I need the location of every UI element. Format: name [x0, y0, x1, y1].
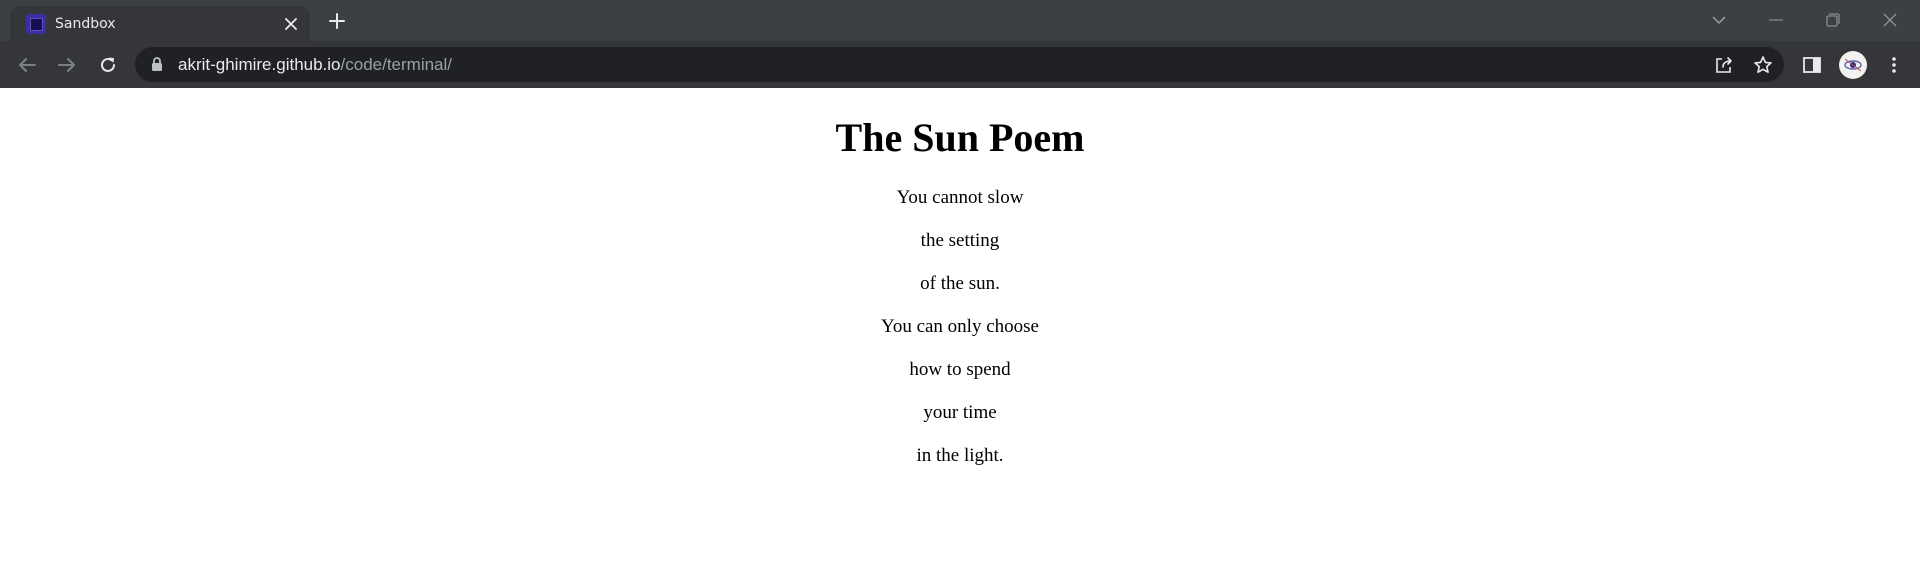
bookmark-star-icon[interactable] — [1752, 54, 1774, 76]
url-path: /code/terminal/ — [340, 55, 453, 74]
tab-search-chevron-down-icon[interactable] — [1703, 6, 1735, 34]
url-text[interactable]: akrit-ghimire.github.io/code/terminal/ — [178, 54, 452, 75]
browser-toolbar: akrit-ghimire.github.io/code/terminal/ — [0, 41, 1920, 88]
reload-icon[interactable] — [92, 49, 124, 81]
poem-line: how to spend — [909, 359, 1011, 380]
forward-arrow-right-icon[interactable] — [51, 49, 83, 81]
new-tab-plus-icon[interactable] — [323, 9, 351, 33]
side-panel-icon[interactable] — [1796, 49, 1828, 81]
profile-avatar[interactable] — [1839, 51, 1867, 79]
poem-body: You cannot slow the setting of the sun. … — [0, 187, 1920, 488]
tab-title: Sandbox — [55, 16, 116, 32]
back-arrow-left-icon[interactable] — [11, 49, 43, 81]
restore-icon[interactable] — [1817, 6, 1849, 34]
tab-close-icon[interactable] — [282, 15, 300, 33]
poem-line: in the light. — [916, 445, 1004, 466]
page-content: The Sun Poem You cannot slow the setting… — [0, 88, 1920, 567]
lock-icon[interactable] — [151, 57, 163, 72]
poem-line: You can only choose — [881, 316, 1039, 337]
browser-tab[interactable]: Sandbox — [10, 6, 310, 41]
address-bar[interactable]: akrit-ghimire.github.io/code/terminal/ — [135, 47, 1784, 82]
poem-line: your time — [923, 402, 997, 423]
kebab-menu-icon[interactable] — [1878, 49, 1910, 81]
sandbox-favicon-icon — [26, 14, 46, 34]
poem-line: the setting — [920, 230, 1000, 251]
share-icon[interactable] — [1713, 54, 1735, 76]
url-host: akrit-ghimire.github.io — [178, 55, 341, 74]
page-title: The Sun Poem — [835, 115, 1085, 160]
tab-strip: Sandbox — [0, 0, 1920, 41]
close-window-icon[interactable] — [1874, 6, 1906, 34]
poem-line: of the sun. — [920, 273, 1000, 294]
poem-line: You cannot slow — [896, 187, 1024, 208]
minimize-icon[interactable] — [1760, 6, 1792, 34]
